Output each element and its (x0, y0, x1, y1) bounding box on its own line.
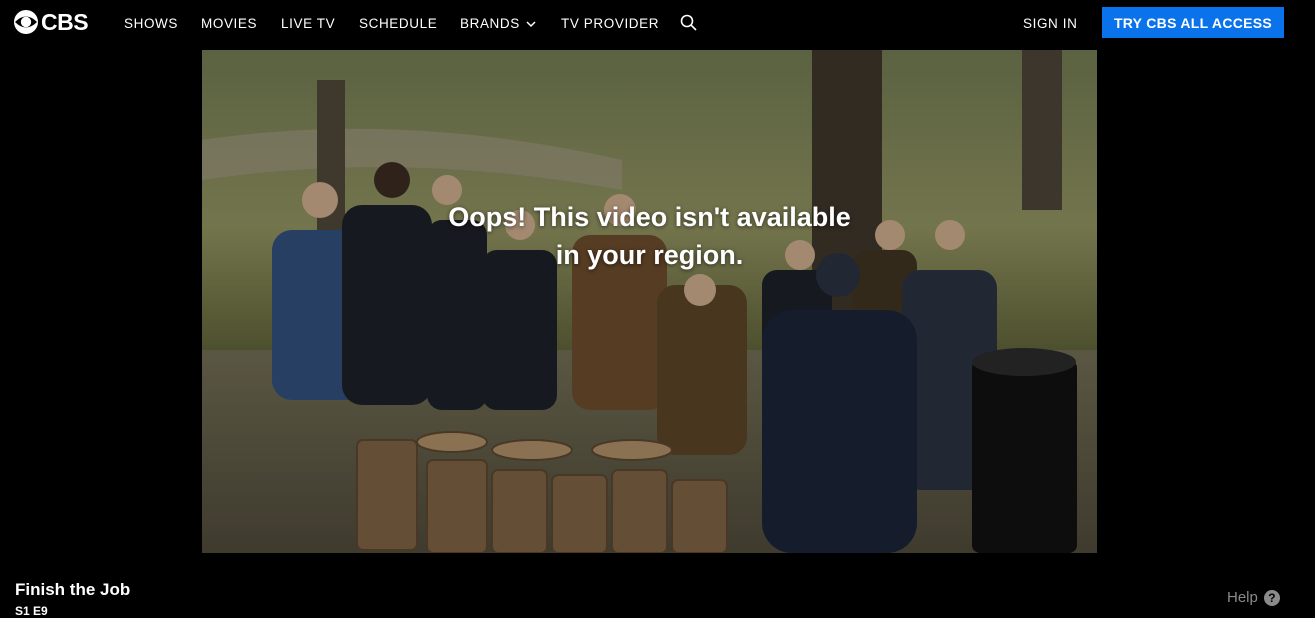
question-circle-icon: ? (1263, 589, 1280, 606)
nav-shows[interactable]: SHOWS (124, 16, 178, 32)
cbs-eye-icon (14, 10, 38, 34)
help-label: Help (1227, 589, 1258, 606)
try-all-access-button[interactable]: TRY CBS ALL ACCESS (1102, 7, 1284, 38)
error-line-1: Oops! This video isn't available (448, 202, 851, 232)
nav-schedule[interactable]: SCHEDULE (359, 16, 437, 32)
region-error-message: Oops! This video isn't available in your… (202, 198, 1097, 274)
chevron-down-icon (526, 21, 536, 27)
video-dim-overlay (202, 50, 1097, 553)
cbs-logo[interactable]: CBS (14, 9, 89, 35)
search-icon[interactable] (680, 14, 697, 36)
episode-title: Finish the Job (15, 580, 131, 599)
top-navigation: CBS SHOWS MOVIES LIVE TV SCHEDULE BRANDS… (0, 0, 1315, 48)
sign-in-link[interactable]: SIGN IN (1023, 16, 1077, 32)
video-player[interactable]: Oops! This video isn't available in your… (202, 50, 1097, 553)
logo-wordmark: CBS (41, 9, 89, 35)
nav-brands-label: BRANDS (460, 16, 520, 31)
nav-movies[interactable]: MOVIES (201, 16, 257, 32)
nav-brands[interactable]: BRANDS (460, 16, 536, 32)
episode-number: S1 E9 (15, 604, 48, 618)
nav-live-tv[interactable]: LIVE TV (281, 16, 335, 32)
nav-tv-provider[interactable]: TV PROVIDER (561, 16, 659, 32)
help-link[interactable]: Help ? (1227, 589, 1280, 606)
error-line-2: in your region. (555, 240, 744, 270)
